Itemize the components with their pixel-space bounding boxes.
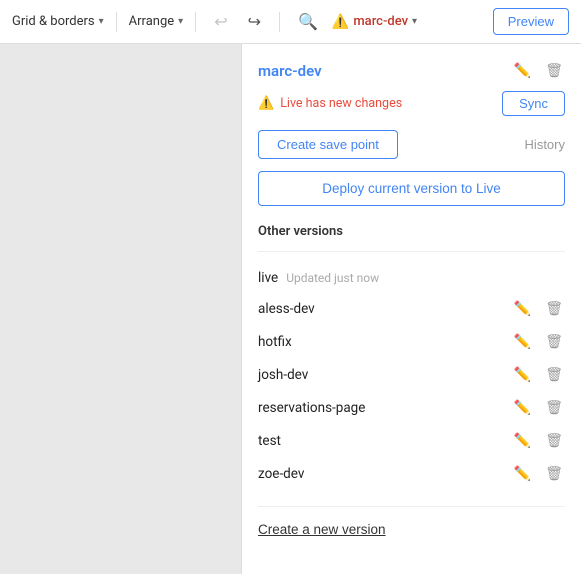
version-item-test-name: test bbox=[258, 433, 281, 449]
version-item-reservations-page-actions: ✏️ 🗑 bbox=[512, 397, 565, 418]
edit-josh-dev-button[interactable]: ✏️ bbox=[512, 364, 533, 385]
current-version-actions: ✏️ 🗑 bbox=[512, 60, 565, 81]
version-item-josh-dev: josh-dev ✏️ 🗑 bbox=[258, 358, 565, 391]
version-item-test-left: test bbox=[258, 433, 281, 449]
delete-zoe-dev-button[interactable]: 🗑 bbox=[543, 463, 565, 484]
version-item-aless-dev: aless-dev ✏️ 🗑 bbox=[258, 292, 565, 325]
version-item-josh-dev-left: josh-dev bbox=[258, 367, 308, 383]
version-item-reservations-page-left: reservations-page bbox=[258, 400, 365, 416]
delete-current-version-button[interactable]: 🗑 bbox=[543, 60, 565, 81]
version-item-aless-dev-name: aless-dev bbox=[258, 301, 315, 317]
panel-inner: marc-dev ✏️ 🗑 ⚠️ Live has new changes Sy… bbox=[242, 44, 581, 554]
main-content: marc-dev ✏️ 🗑 ⚠️ Live has new changes Sy… bbox=[0, 44, 581, 574]
version-item-josh-dev-actions: ✏️ 🗑 bbox=[512, 364, 565, 385]
edit-aless-dev-button[interactable]: ✏️ bbox=[512, 298, 533, 319]
version-item-reservations-page-name: reservations-page bbox=[258, 400, 365, 416]
version-item-hotfix-name: hotfix bbox=[258, 334, 292, 350]
search-icon[interactable]: 🔍 bbox=[292, 8, 324, 35]
branch-chevron-icon: ▾ bbox=[412, 16, 417, 27]
alert-icon: ⚠️ bbox=[258, 96, 274, 111]
current-version-name: marc-dev bbox=[258, 62, 322, 80]
version-item-live-name: live bbox=[258, 270, 278, 286]
version-item-aless-dev-actions: ✏️ 🗑 bbox=[512, 298, 565, 319]
version-item-hotfix-left: hotfix bbox=[258, 334, 292, 350]
version-item-hotfix: hotfix ✏️ 🗑 bbox=[258, 325, 565, 358]
other-versions-title: Other versions bbox=[258, 224, 565, 239]
version-item-test-actions: ✏️ 🗑 bbox=[512, 430, 565, 451]
divider-2 bbox=[195, 12, 196, 32]
versions-divider bbox=[258, 251, 565, 252]
edit-current-version-button[interactable]: ✏️ bbox=[512, 60, 533, 81]
warning-icon: ⚠️ bbox=[332, 14, 349, 30]
edit-test-button[interactable]: ✏️ bbox=[512, 430, 533, 451]
warning-group: ⚠️ marc-dev ▾ bbox=[332, 14, 417, 30]
version-item-aless-dev-left: aless-dev bbox=[258, 301, 315, 317]
deploy-button[interactable]: Deploy current version to Live bbox=[258, 171, 565, 206]
preview-button[interactable]: Preview bbox=[493, 8, 569, 35]
create-new-version-button[interactable]: Create a new version bbox=[258, 522, 386, 537]
grid-borders-chevron-icon: ▾ bbox=[99, 16, 104, 27]
actions-row: Create save point History bbox=[258, 130, 565, 159]
arrange-label: Arrange bbox=[129, 14, 174, 29]
version-item-zoe-dev-left: zoe-dev bbox=[258, 466, 304, 482]
alert-message: Live has new changes bbox=[280, 96, 402, 111]
branch-name-label: marc-dev bbox=[353, 14, 408, 29]
delete-josh-dev-button[interactable]: 🗑 bbox=[543, 364, 565, 385]
versions-panel: marc-dev ✏️ 🗑 ⚠️ Live has new changes Sy… bbox=[241, 44, 581, 574]
delete-aless-dev-button[interactable]: 🗑 bbox=[543, 298, 565, 319]
version-item-live-left: live Updated just now bbox=[258, 270, 379, 286]
divider-1 bbox=[116, 12, 117, 32]
delete-hotfix-button[interactable]: 🗑 bbox=[543, 331, 565, 352]
canvas-area bbox=[0, 44, 241, 574]
redo-button[interactable]: ↪ bbox=[242, 8, 267, 36]
version-item-live-tag: Updated just now bbox=[286, 271, 379, 285]
delete-reservations-page-button[interactable]: 🗑 bbox=[543, 397, 565, 418]
version-list: live Updated just now aless-dev ✏️ 🗑 bbox=[258, 264, 565, 490]
alert-row: ⚠️ Live has new changes Sync bbox=[258, 91, 565, 116]
create-new-section: Create a new version bbox=[258, 506, 565, 538]
current-version-header: marc-dev ✏️ 🗑 bbox=[258, 60, 565, 81]
grid-borders-group: Grid & borders ▾ bbox=[12, 14, 104, 29]
version-item-reservations-page: reservations-page ✏️ 🗑 bbox=[258, 391, 565, 424]
undo-button[interactable]: ↩ bbox=[208, 8, 233, 36]
version-item-test: test ✏️ 🗑 bbox=[258, 424, 565, 457]
edit-reservations-page-button[interactable]: ✏️ bbox=[512, 397, 533, 418]
grid-borders-label: Grid & borders bbox=[12, 14, 95, 29]
version-item-josh-dev-name: josh-dev bbox=[258, 367, 308, 383]
edit-zoe-dev-button[interactable]: ✏️ bbox=[512, 463, 533, 484]
divider-3 bbox=[279, 12, 280, 32]
sync-button[interactable]: Sync bbox=[502, 91, 565, 116]
toolbar: Grid & borders ▾ Arrange ▾ ↩ ↪ 🔍 ⚠️ marc… bbox=[0, 0, 581, 44]
version-item-zoe-dev: zoe-dev ✏️ 🗑 bbox=[258, 457, 565, 490]
alert-text: ⚠️ Live has new changes bbox=[258, 96, 402, 111]
version-item-live: live Updated just now bbox=[258, 264, 565, 292]
create-save-point-button[interactable]: Create save point bbox=[258, 130, 398, 159]
history-button[interactable]: History bbox=[525, 137, 565, 152]
arrange-group: Arrange ▾ bbox=[129, 14, 184, 29]
edit-hotfix-button[interactable]: ✏️ bbox=[512, 331, 533, 352]
version-item-hotfix-actions: ✏️ 🗑 bbox=[512, 331, 565, 352]
version-item-zoe-dev-name: zoe-dev bbox=[258, 466, 304, 482]
version-item-zoe-dev-actions: ✏️ 🗑 bbox=[512, 463, 565, 484]
arrange-chevron-icon: ▾ bbox=[178, 16, 183, 27]
delete-test-button[interactable]: 🗑 bbox=[543, 430, 565, 451]
